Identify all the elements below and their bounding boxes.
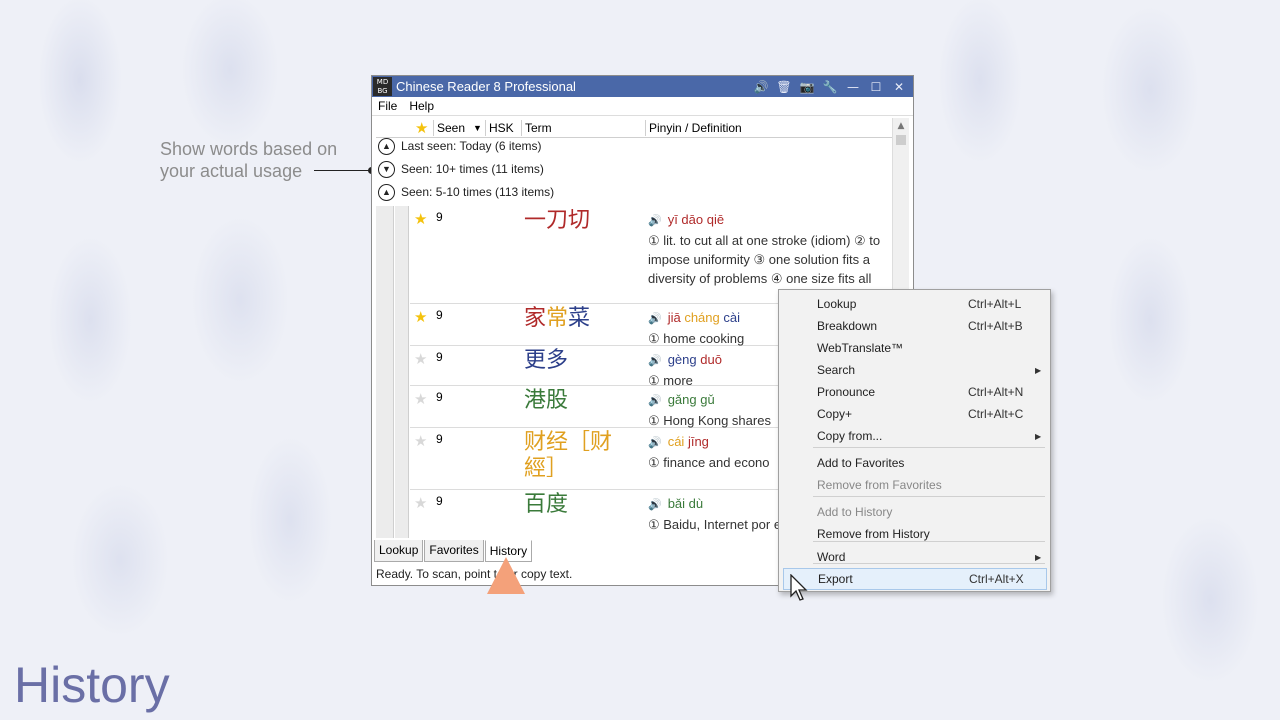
seen-count: 9 (436, 308, 443, 322)
favorite-star-icon[interactable]: ★ (414, 210, 427, 228)
menu-item-add-to-history: Add to History (817, 505, 893, 519)
term-text: 港股 (524, 388, 569, 413)
term-text: 家常菜 (524, 306, 591, 331)
speaker-icon[interactable]: 🔊 (648, 395, 662, 407)
seen-count: 9 (436, 494, 443, 508)
menu-item-export[interactable]: Export Ctrl+Alt+X (783, 568, 1047, 590)
definition-text: ① lit. to cut all at one stroke (idiom) … (648, 233, 881, 286)
slide-title: History (14, 657, 170, 713)
seen-count: 9 (436, 210, 443, 224)
term-column[interactable]: Term (522, 119, 646, 136)
menu-item-breakdown[interactable]: Breakdown Ctrl+Alt+B (783, 315, 1047, 337)
term-text: 财经［财經］ (524, 430, 613, 481)
speaker-icon[interactable]: 🔊 (648, 215, 662, 227)
menu-separator (813, 447, 1045, 448)
maximize-button[interactable]: ☐ (868, 80, 884, 94)
favorite-star-icon[interactable]: ★ (414, 308, 427, 326)
favorite-star-icon[interactable]: ★ (414, 390, 427, 408)
menu-file[interactable]: File (372, 99, 403, 113)
menu-separator (813, 496, 1045, 497)
wrench-icon[interactable]: 🔧 (822, 80, 838, 94)
speaker-icon[interactable]: 🔊 (648, 437, 662, 449)
favorite-star-icon[interactable]: ★ (414, 494, 427, 512)
window-title: Chinese Reader 8 Professional (396, 79, 576, 94)
seen-column[interactable]: Seen ▼ (434, 119, 486, 136)
term-text: 更多 (524, 348, 569, 373)
minimize-button[interactable]: — (845, 80, 861, 94)
menu-item-pronounce[interactable]: Pronounce Ctrl+Alt+N (783, 381, 1047, 403)
speaker-icon[interactable]: 🔊 (648, 355, 662, 367)
collapse-icon[interactable]: ▲ (378, 137, 395, 155)
term-text: 一刀切 (524, 208, 591, 233)
chevron-right-icon: ▶ (1035, 552, 1042, 562)
chevron-right-icon: ▶ (1035, 365, 1042, 375)
favorite-star-icon[interactable]: ★ (414, 432, 427, 450)
menu-item-remove-from-favorites: Remove from Favorites (817, 478, 942, 492)
seen-count: 9 (436, 390, 443, 404)
menu-separator (813, 563, 1045, 564)
camera-icon[interactable]: 📷 (799, 80, 815, 94)
term-text: 百度 (524, 492, 569, 517)
group-row-10plus[interactable]: ▼ Seen: 10+ times (11 items) (378, 159, 544, 179)
menu-help[interactable]: Help (403, 99, 440, 113)
trash-icon[interactable]: 🗑 (776, 80, 792, 94)
menu-item-copy[interactable]: Copy+ Ctrl+Alt+C (783, 403, 1047, 425)
scroll-thumb[interactable] (896, 135, 906, 145)
group-row-5to10[interactable]: ▲ Seen: 5-10 times (113 items) (378, 182, 554, 202)
speaker-icon[interactable]: 🔊 (648, 499, 662, 511)
context-menu: Lookup Ctrl+Alt+L Breakdown Ctrl+Alt+B WebTr… (778, 289, 1051, 592)
close-button[interactable]: ✕ (891, 80, 907, 94)
column-header: ★ Seen ▼ HSK Term Pinyin / Definition (376, 118, 893, 138)
menu-bar: File Help (372, 97, 913, 116)
scroll-up-icon[interactable]: ▲ (893, 118, 909, 135)
group-row-today[interactable]: ▲ Last seen: Today (6 items) (378, 136, 542, 156)
app-logo-icon: MD BG (373, 77, 392, 96)
seen-count: 9 (436, 432, 443, 446)
star-column-icon[interactable]: ★ (412, 119, 434, 137)
callout-text: Show words based on your actual usage (160, 139, 338, 181)
title-bar: MD BG Chinese Reader 8 Professional 🔊 🗑 📷… (372, 76, 913, 97)
menu-item-word[interactable]: Word ▶ (783, 546, 1047, 568)
pinyin-definition-column[interactable]: Pinyin / Definition (646, 120, 886, 136)
menu-item-lookup[interactable]: Lookup Ctrl+Alt+L (783, 293, 1047, 315)
menu-item-search[interactable]: Search ▶ (783, 359, 1047, 381)
expand-icon[interactable]: ▼ (378, 160, 395, 178)
menu-item-copy-from[interactable]: Copy from... ▶ (783, 425, 1047, 447)
status-bar: Ready. To scan, point to or copy text. (376, 567, 573, 581)
hsk-column[interactable]: HSK (486, 119, 522, 136)
menu-separator (813, 541, 1045, 542)
collapse-icon[interactable]: ▲ (378, 183, 395, 201)
favorite-star-icon[interactable]: ★ (414, 350, 427, 368)
chevron-right-icon: ▶ (1035, 431, 1042, 441)
sort-down-icon: ▼ (473, 122, 482, 133)
mouse-cursor-icon (790, 574, 808, 601)
menu-item-webtranslate[interactable]: WebTranslate™ (783, 337, 1047, 359)
callout-line (314, 170, 374, 171)
speaker-icon[interactable]: 🔊 (648, 313, 662, 325)
tab-favorites[interactable]: Favorites (424, 540, 484, 562)
seen-count: 9 (436, 350, 443, 364)
speaker-icon[interactable]: 🔊 (753, 80, 769, 94)
pinyin-definition: 🔊 yī dāo qiē ① lit. to cut all at one stro… (648, 210, 888, 288)
pointer-triangle (487, 557, 525, 594)
menu-item-add-to-favorites[interactable]: Add to Favorites (783, 452, 1047, 474)
tab-lookup[interactable]: Lookup (374, 540, 424, 562)
